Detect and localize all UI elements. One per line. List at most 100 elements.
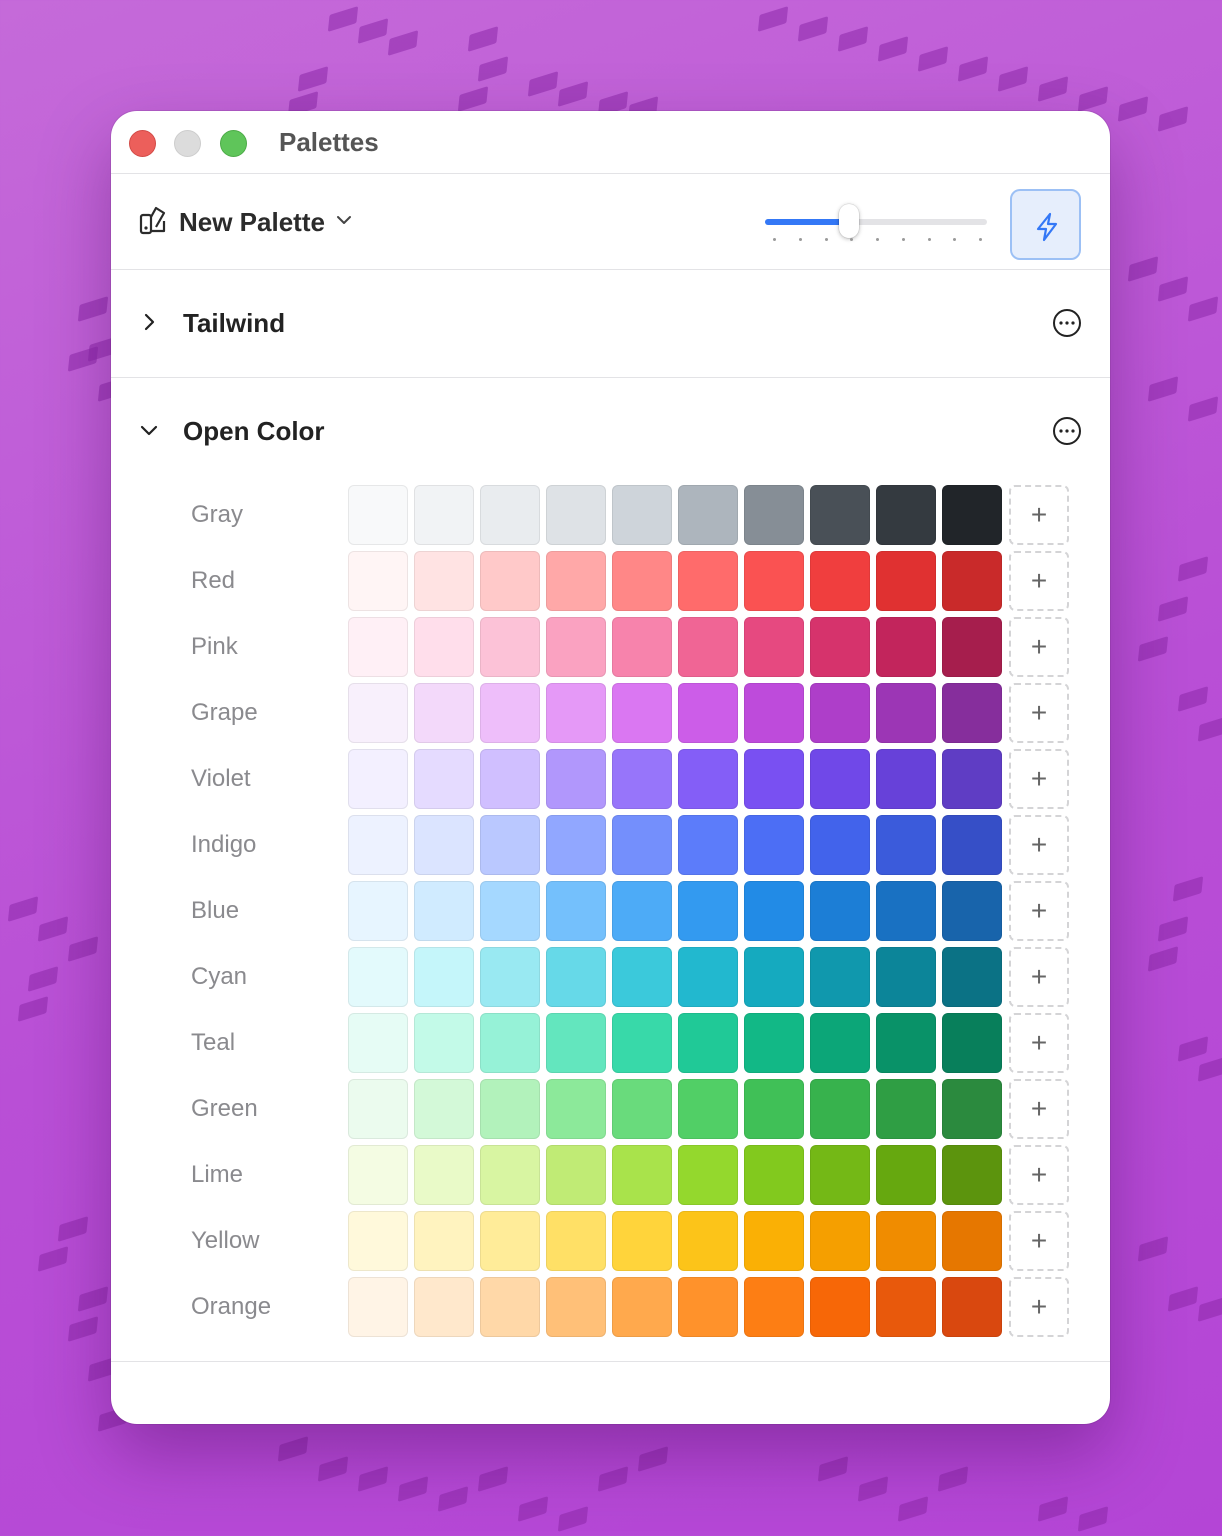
color-row-label[interactable]: Teal [191,1029,235,1057]
color-swatch[interactable] [876,1013,936,1073]
color-swatch[interactable] [744,551,804,611]
color-swatch[interactable] [546,1145,606,1205]
add-color-button[interactable]: + [1009,1211,1069,1271]
color-swatch[interactable] [744,1211,804,1271]
color-swatch[interactable] [414,1013,474,1073]
zoom-window-button[interactable] [220,130,247,157]
color-row-label[interactable]: Yellow [191,1227,260,1255]
color-swatch[interactable] [546,815,606,875]
color-swatch[interactable] [678,1079,738,1139]
color-swatch[interactable] [546,1277,606,1337]
color-row-label[interactable]: Lime [191,1161,243,1189]
color-swatch[interactable] [348,1145,408,1205]
chevron-right-icon[interactable] [139,312,159,332]
color-swatch[interactable] [744,749,804,809]
color-swatch[interactable] [612,749,672,809]
color-swatch[interactable] [810,815,870,875]
color-swatch[interactable] [810,551,870,611]
color-swatch[interactable] [810,617,870,677]
color-row-label[interactable]: Red [191,567,235,595]
color-swatch[interactable] [348,1013,408,1073]
chevron-down-icon[interactable] [139,420,159,440]
color-swatch[interactable] [678,1277,738,1337]
color-swatch[interactable] [744,683,804,743]
color-swatch[interactable] [612,1079,672,1139]
add-color-button[interactable]: + [1009,1013,1069,1073]
color-swatch[interactable] [612,1211,672,1271]
color-swatch[interactable] [348,617,408,677]
color-swatch[interactable] [744,1277,804,1337]
more-circle-icon[interactable] [1052,308,1082,338]
color-swatch[interactable] [480,683,540,743]
color-swatch[interactable] [612,1277,672,1337]
color-swatch[interactable] [414,485,474,545]
color-swatch[interactable] [546,1211,606,1271]
color-swatch[interactable] [612,815,672,875]
add-color-button[interactable]: + [1009,485,1069,545]
color-swatch[interactable] [348,881,408,941]
color-swatch[interactable] [414,1211,474,1271]
color-swatch[interactable] [678,1145,738,1205]
color-row-label[interactable]: Orange [191,1293,271,1321]
add-color-button[interactable]: + [1009,1079,1069,1139]
color-swatch[interactable] [744,617,804,677]
color-swatch[interactable] [480,1211,540,1271]
color-swatch[interactable] [678,551,738,611]
more-circle-icon[interactable] [1052,416,1082,446]
color-swatch[interactable] [348,551,408,611]
color-swatch[interactable] [348,485,408,545]
color-row-label[interactable]: Gray [191,501,243,529]
color-swatch[interactable] [942,749,1002,809]
color-swatch[interactable] [876,1211,936,1271]
color-swatch[interactable] [810,1013,870,1073]
color-swatch[interactable] [678,815,738,875]
color-swatch[interactable] [678,1013,738,1073]
color-swatch[interactable] [546,881,606,941]
color-swatch[interactable] [612,1145,672,1205]
color-swatch[interactable] [546,683,606,743]
color-swatch[interactable] [678,947,738,1007]
color-swatch[interactable] [414,947,474,1007]
color-swatch[interactable] [876,881,936,941]
add-color-button[interactable]: + [1009,815,1069,875]
color-row-label[interactable]: Grape [191,699,258,727]
color-swatch[interactable] [546,947,606,1007]
color-swatch[interactable] [876,1079,936,1139]
color-swatch[interactable] [876,1277,936,1337]
color-swatch[interactable] [678,683,738,743]
color-swatch[interactable] [612,881,672,941]
color-swatch[interactable] [678,749,738,809]
color-swatch[interactable] [546,749,606,809]
color-swatch[interactable] [348,1277,408,1337]
color-swatch[interactable] [744,815,804,875]
color-swatch[interactable] [612,683,672,743]
color-row-label[interactable]: Indigo [191,831,256,859]
color-swatch[interactable] [942,683,1002,743]
color-row-label[interactable]: Pink [191,633,238,661]
color-swatch[interactable] [678,485,738,545]
color-swatch[interactable] [876,485,936,545]
color-swatch[interactable] [942,1079,1002,1139]
color-swatch[interactable] [876,1145,936,1205]
color-swatch[interactable] [876,617,936,677]
color-swatch[interactable] [414,1145,474,1205]
color-swatch[interactable] [942,1211,1002,1271]
color-swatch[interactable] [348,815,408,875]
add-color-button[interactable]: + [1009,749,1069,809]
color-swatch[interactable] [612,947,672,1007]
color-swatch[interactable] [480,617,540,677]
color-swatch[interactable] [876,947,936,1007]
swatch-size-slider[interactable] [765,204,987,242]
color-swatch[interactable] [678,881,738,941]
color-swatch[interactable] [810,881,870,941]
color-swatch[interactable] [414,749,474,809]
color-swatch[interactable] [546,1013,606,1073]
color-swatch[interactable] [546,617,606,677]
add-color-button[interactable]: + [1009,1277,1069,1337]
close-window-button[interactable] [129,130,156,157]
color-swatch[interactable] [480,485,540,545]
color-swatch[interactable] [414,1277,474,1337]
color-swatch[interactable] [414,815,474,875]
color-swatch[interactable] [942,1145,1002,1205]
color-row-label[interactable]: Cyan [191,963,247,991]
